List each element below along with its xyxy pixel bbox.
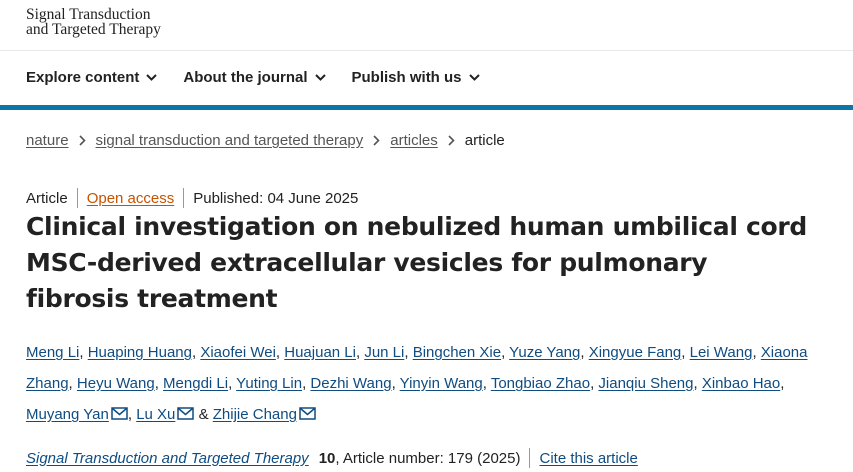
nav-explore-content[interactable]: Explore content xyxy=(26,69,158,86)
citation-divider xyxy=(529,448,531,468)
chevron-right-icon xyxy=(448,135,455,146)
author-link[interactable]: Muyang Yan xyxy=(26,406,109,423)
author-link[interactable]: Dezhi Wang xyxy=(310,375,391,392)
breadcrumb-articles[interactable]: articles xyxy=(390,132,438,149)
author-link[interactable]: Lu Xu xyxy=(136,406,175,423)
volume-number: 10 xyxy=(318,449,336,467)
breadcrumb-current: article xyxy=(464,132,505,149)
journal-link[interactable]: Signal Transduction and Targeted Therapy xyxy=(26,450,309,467)
author-link[interactable]: Huajuan Li xyxy=(284,344,356,361)
author-link[interactable]: Mengdi Li xyxy=(163,375,228,392)
author-ampersand: & xyxy=(198,406,209,423)
logo-line-2: and Targeted Therapy xyxy=(26,21,161,38)
breadcrumb-nature[interactable]: nature xyxy=(26,132,69,149)
author-link[interactable]: Xiaofei Wei xyxy=(200,344,276,361)
meta-divider xyxy=(76,188,78,208)
chevron-down-icon xyxy=(146,74,158,81)
author-link[interactable]: Yuze Yang xyxy=(509,344,580,361)
author-link[interactable]: Xinbao Hao xyxy=(702,375,780,392)
author-link[interactable]: Tongbiao Zhao xyxy=(491,375,590,392)
nav-label: About the journal xyxy=(183,69,308,86)
journal-logo[interactable]: Signal Transduction and Targeted Therapy xyxy=(26,6,161,38)
author-link[interactable]: Bingchen Xie xyxy=(413,344,501,361)
citation-line: Signal Transduction and Targeted Therapy… xyxy=(26,448,638,468)
author-list: Meng Li, Huaping Huang, Xiaofei Wei, Hua… xyxy=(26,344,808,423)
nav-publish-with-us[interactable]: Publish with us xyxy=(352,69,480,86)
mail-icon[interactable] xyxy=(177,407,195,420)
nav-label: Publish with us xyxy=(351,69,462,86)
main-nav: Explore content About the journal Publis… xyxy=(0,50,853,107)
logo-line-1: Signal Transduction xyxy=(26,6,151,23)
article-meta: Article Open access Published: 04 June 2… xyxy=(26,188,358,208)
nav-about-journal[interactable]: About the journal xyxy=(183,69,326,86)
breadcrumb-journal[interactable]: signal transduction and targeted therapy xyxy=(96,132,364,149)
chevron-right-icon xyxy=(78,135,86,146)
author-link[interactable]: Jianqiu Sheng xyxy=(598,375,693,392)
author-link[interactable]: Meng Li xyxy=(26,344,79,361)
author-link[interactable]: Xingyue Fang xyxy=(589,344,682,361)
article-title: Clinical investigation on nebulized huma… xyxy=(26,212,808,313)
chevron-down-icon xyxy=(314,74,326,81)
open-access-link[interactable]: Open access xyxy=(87,190,175,207)
breadcrumb: nature signal transduction and targeted … xyxy=(26,132,505,149)
author-link[interactable]: Zhijie Chang xyxy=(213,406,297,423)
author-link[interactable]: Jun Li xyxy=(364,344,404,361)
article-type: Article xyxy=(26,189,68,207)
nav-label: Explore content xyxy=(26,69,140,86)
mail-icon[interactable] xyxy=(111,407,128,420)
meta-divider xyxy=(183,188,185,208)
article-number: , Article number: 179 (2025) xyxy=(335,449,521,467)
cite-this-article-link[interactable]: Cite this article xyxy=(539,450,637,467)
chevron-down-icon xyxy=(468,74,480,81)
author-link[interactable]: Heyu Wang xyxy=(77,375,155,392)
chevron-right-icon xyxy=(373,135,380,146)
accent-bar xyxy=(0,105,853,110)
author-link[interactable]: Lei Wang xyxy=(690,344,753,361)
author-link[interactable]: Huaping Huang xyxy=(88,344,192,361)
author-link[interactable]: Yinyin Wang xyxy=(400,375,483,392)
author-link[interactable]: Yuting Lin xyxy=(236,375,302,392)
mail-icon[interactable] xyxy=(299,407,316,420)
published-date: Published: 04 June 2025 xyxy=(193,189,359,207)
